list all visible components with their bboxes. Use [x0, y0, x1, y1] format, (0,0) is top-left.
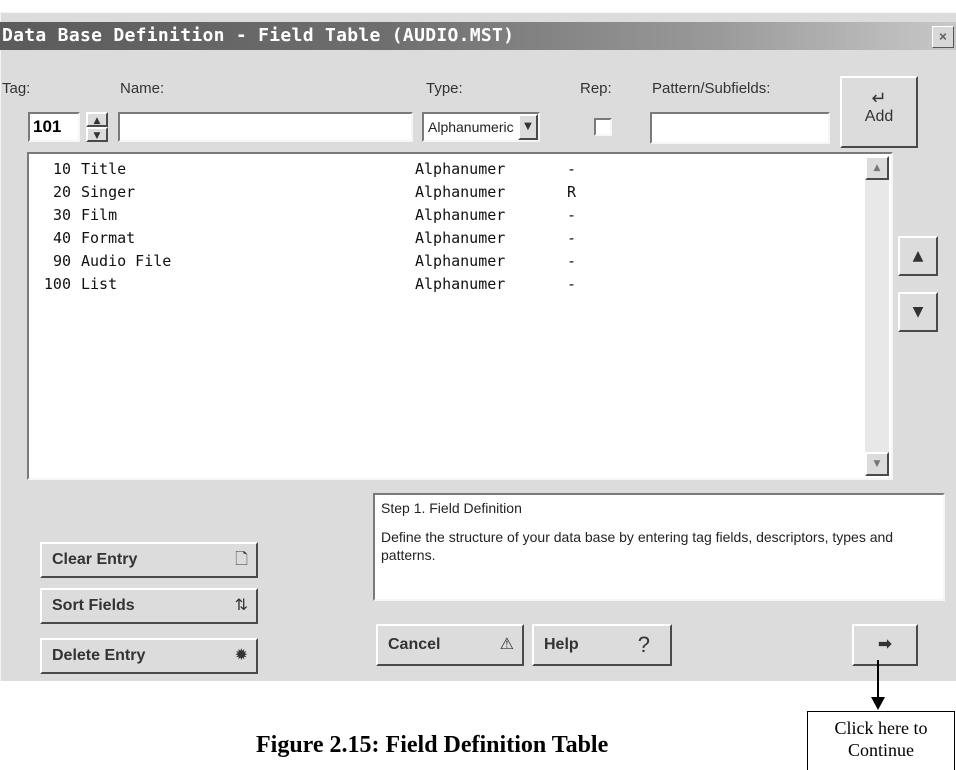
field-list[interactable]: 10 Title Alphanumer - 20 Singer Alphanumer R 3…: [27, 152, 893, 480]
question-icon: ?: [637, 632, 650, 657]
help-title: Step 1. Field Definition: [381, 500, 522, 516]
field-name: Singer: [81, 183, 136, 201]
field-tag: 100: [43, 275, 71, 293]
continue-button[interactable]: ➡: [852, 624, 918, 666]
cancel-button[interactable]: Cancel ⚠: [376, 624, 524, 666]
spin-down-icon[interactable]: ▼: [86, 127, 108, 142]
field-type: Alphanumer: [415, 206, 506, 224]
sort-icon: ⇅: [234, 597, 248, 614]
help-button[interactable]: Help ?: [532, 624, 672, 666]
tag-spinner[interactable]: ▲ ▼: [86, 112, 108, 142]
spin-up-icon[interactable]: ▲: [86, 112, 108, 127]
add-button-label: Add: [864, 108, 894, 125]
new-page-icon: 🗋: [235, 551, 248, 568]
field-rep: -: [567, 206, 577, 224]
field-rep: -: [567, 160, 577, 178]
pattern-field[interactable]: [650, 112, 830, 144]
list-scrollbar[interactable]: ▲ ▼: [865, 156, 889, 476]
field-rep: -: [567, 252, 577, 270]
sort-fields-button[interactable]: Sort Fields ⇅: [40, 588, 258, 624]
move-up-button[interactable]: ▲: [898, 236, 938, 276]
title-bar: Data Base Definition - Field Table (AUDI…: [0, 22, 956, 50]
continue-callout: Click here to Continue: [807, 711, 955, 770]
pointer-arrow: [877, 660, 879, 700]
cancel-label: Cancel: [388, 636, 441, 653]
help-text-panel: Step 1. Field Definition Define the stru…: [373, 493, 945, 601]
tag-field[interactable]: 101: [28, 112, 80, 142]
return-arrow-icon: ↵: [871, 88, 887, 108]
arrow-up-icon: ▲: [912, 248, 924, 264]
help-text: Define the structure of your data base b…: [381, 529, 894, 563]
field-name: Audio File: [81, 252, 172, 270]
field-type: Alphanumer: [415, 160, 506, 178]
sort-fields-label: Sort Fields: [52, 597, 135, 614]
pattern-label: Pattern/Subfields:: [652, 80, 771, 97]
close-button[interactable]: ×: [932, 26, 954, 48]
tag-label: Tag:: [2, 80, 31, 97]
delete-entry-button[interactable]: Delete Entry ✹: [40, 638, 258, 674]
clear-entry-label: Clear Entry: [52, 551, 138, 568]
window-title: Data Base Definition - Field Table (AUDI…: [2, 25, 515, 46]
field-name: List: [81, 275, 118, 293]
delete-icon: ✹: [234, 647, 248, 664]
clear-entry-button[interactable]: Clear Entry 🗋: [40, 542, 258, 578]
field-type: Alphanumer: [415, 229, 506, 247]
name-field[interactable]: [118, 112, 413, 142]
rep-label: Rep:: [580, 80, 612, 97]
field-type: Alphanumer: [415, 252, 506, 270]
name-label: Name:: [120, 80, 165, 97]
field-type: Alphanumer: [415, 183, 506, 201]
field-rep: R: [567, 183, 577, 201]
field-tag: 40: [52, 229, 71, 247]
figure-caption: Figure 2.15: Field Definition Table: [256, 732, 609, 758]
field-name: Title: [81, 160, 127, 178]
field-rep: -: [567, 275, 577, 293]
field-tag: 30: [52, 206, 71, 224]
scroll-up-icon[interactable]: ▲: [865, 156, 889, 180]
type-label: Type:: [426, 80, 463, 97]
delete-entry-label: Delete Entry: [52, 647, 146, 664]
field-tag: 20: [52, 183, 71, 201]
field-name: Film: [81, 206, 118, 224]
field-tag: 10: [52, 160, 71, 178]
callout-line-2: Continue: [848, 740, 914, 760]
move-down-button[interactable]: ▼: [898, 292, 938, 332]
field-type: Alphanumer: [415, 275, 506, 293]
pointer-arrowhead: [871, 697, 885, 710]
field-rep: -: [567, 229, 577, 247]
add-button[interactable]: ↵ Add: [840, 76, 918, 148]
rep-checkbox[interactable]: [594, 118, 612, 136]
field-name: Format: [81, 229, 136, 247]
field-tag: 90: [52, 252, 71, 270]
warning-icon: ⚠: [499, 636, 514, 653]
chevron-down-icon[interactable]: ▼: [518, 114, 538, 140]
callout-line-1: Click here to: [834, 718, 928, 738]
scroll-down-icon[interactable]: ▼: [865, 452, 889, 476]
help-label: Help: [544, 636, 579, 653]
arrow-right-icon: ➡: [878, 636, 892, 653]
arrow-down-icon: ▼: [912, 304, 924, 320]
